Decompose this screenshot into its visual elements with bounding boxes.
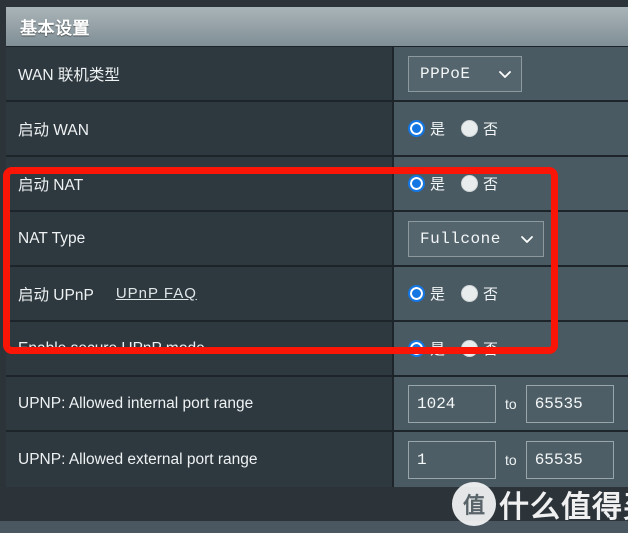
radio-option-no[interactable]: 否 — [461, 173, 498, 194]
router-settings-screen: 基本设置 WAN 联机类型 PPPoE 启动 WAN 是 否 启动 NAT 是 … — [0, 0, 628, 533]
radio-label-no: 否 — [483, 341, 499, 358]
setting-label: UPNP: Allowed internal port range — [18, 394, 254, 412]
table-row-wan-connection-type: WAN 联机类型 PPPoE — [6, 47, 628, 102]
radio-unselected-icon[interactable] — [461, 340, 479, 357]
bottom-strip — [0, 521, 628, 533]
setting-label: 启动 WAN — [18, 121, 89, 139]
wan-connection-type-select[interactable]: PPPoE — [408, 55, 522, 92]
radio-selected-icon[interactable] — [408, 175, 425, 192]
row-label-cell: UPNP: Allowed external port range — [6, 432, 394, 487]
radio-label-no: 否 — [483, 286, 499, 303]
secure-upnp-radio-group: 是 否 — [408, 338, 514, 359]
row-label-cell: 启动 NAT — [6, 157, 394, 210]
setting-label: NAT Type — [18, 229, 86, 247]
radio-selected-icon[interactable] — [408, 285, 425, 302]
row-value-cell: PPPoE — [394, 47, 628, 100]
external-port-from-input[interactable] — [408, 440, 496, 479]
radio-unselected-icon[interactable] — [461, 120, 479, 137]
radio-unselected-icon[interactable] — [461, 175, 479, 192]
table-row-enable-nat: 启动 NAT 是 否 — [6, 157, 628, 212]
row-label-cell: UPNP: Allowed internal port range — [6, 377, 394, 430]
radio-unselected-icon[interactable] — [461, 285, 479, 302]
radio-label-no: 否 — [483, 176, 499, 193]
radio-option-yes[interactable]: 是 — [408, 338, 445, 359]
page-title: 基本设置 — [20, 19, 90, 38]
radio-option-yes[interactable]: 是 — [408, 173, 445, 194]
row-label-cell: 启动 UPnP UPnP FAQ — [6, 267, 394, 320]
radio-selected-icon[interactable] — [408, 120, 425, 137]
setting-label: 启动 UPnP — [18, 286, 94, 304]
radio-option-yes[interactable]: 是 — [408, 118, 445, 139]
setting-label: 启动 NAT — [18, 176, 84, 194]
enable-wan-radio-group: 是 否 — [408, 118, 514, 139]
radio-selected-icon[interactable] — [408, 340, 425, 357]
watermark-text: 什么值得买 — [499, 491, 628, 524]
row-label-cell: NAT Type — [6, 212, 394, 265]
row-value-cell: 是 否 — [394, 267, 628, 320]
radio-label-yes: 是 — [430, 176, 446, 193]
setting-label: Enable secure UPnP mode — [18, 339, 205, 357]
table-row-enable-upnp: 启动 UPnP UPnP FAQ 是 否 — [6, 267, 628, 322]
table-row-external-port-range: UPNP: Allowed external port range to — [6, 432, 628, 487]
chevron-down-icon — [498, 67, 512, 81]
table-row-secure-upnp-mode: Enable secure UPnP mode 是 否 — [6, 322, 628, 377]
internal-port-from-input[interactable] — [408, 384, 496, 423]
upnp-faq-link[interactable]: UPnP FAQ — [116, 285, 197, 302]
panel-header: 基本设置 — [6, 7, 628, 47]
row-value-cell: to — [394, 432, 628, 487]
table-row-internal-port-range: UPNP: Allowed internal port range to — [6, 377, 628, 432]
table-row-enable-wan: 启动 WAN 是 否 — [6, 102, 628, 157]
watermark: 值 什么值得买 — [452, 482, 628, 526]
basic-settings-panel: 基本设置 WAN 联机类型 PPPoE 启动 WAN 是 否 启动 NAT 是 … — [6, 7, 628, 487]
setting-label: WAN 联机类型 — [18, 66, 120, 84]
radio-option-no[interactable]: 否 — [461, 283, 498, 304]
radio-label-no: 否 — [483, 121, 499, 138]
table-row-nat-type: NAT Type Fullcone — [6, 212, 628, 267]
row-value-cell: 是 否 — [394, 322, 628, 375]
row-value-cell: 是 否 — [394, 157, 628, 210]
radio-label-yes: 是 — [430, 121, 446, 138]
row-label-cell: 启动 WAN — [6, 102, 394, 155]
range-separator-label: to — [505, 395, 517, 412]
internal-port-to-input[interactable] — [525, 384, 614, 423]
external-port-to-input[interactable] — [525, 440, 614, 479]
enable-upnp-radio-group: 是 否 — [408, 283, 514, 304]
radio-option-no[interactable]: 否 — [461, 118, 498, 139]
radio-option-yes[interactable]: 是 — [408, 283, 445, 304]
row-value-cell: to — [394, 377, 628, 430]
nat-type-select[interactable]: Fullcone — [408, 220, 544, 257]
select-value: PPPoE — [420, 64, 471, 83]
radio-option-no[interactable]: 否 — [461, 338, 498, 359]
range-separator-label: to — [505, 451, 517, 468]
setting-label: UPNP: Allowed external port range — [18, 450, 258, 468]
row-label-cell: WAN 联机类型 — [6, 47, 394, 100]
radio-label-yes: 是 — [430, 341, 446, 358]
select-value: Fullcone — [420, 229, 501, 248]
row-value-cell: Fullcone — [394, 212, 628, 265]
radio-label-yes: 是 — [430, 286, 446, 303]
row-label-cell: Enable secure UPnP mode — [6, 322, 394, 375]
chevron-down-icon — [520, 232, 534, 246]
row-value-cell: 是 否 — [394, 102, 628, 155]
watermark-badge-icon: 值 — [452, 482, 496, 526]
enable-nat-radio-group: 是 否 — [408, 173, 514, 194]
